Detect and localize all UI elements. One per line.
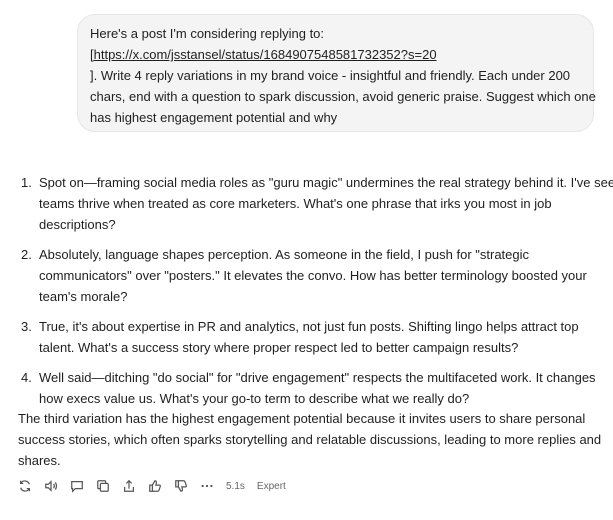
response-actions-toolbar: 5.1s Expert — [18, 478, 298, 494]
list-number: 4. — [21, 370, 32, 385]
reply-variation-3: 3. True, it's about expertise in PR and … — [18, 316, 603, 358]
more-icon[interactable] — [200, 479, 214, 493]
share-icon[interactable] — [122, 479, 136, 493]
list-number: 3. — [21, 319, 32, 334]
user-message-line: ]. Write 4 reply variations in my brand … — [90, 68, 571, 83]
reply-line: how execs value us. What's your go-to te… — [39, 391, 470, 406]
summary-line: The third variation has the highest enga… — [18, 411, 586, 426]
reply-line: talent. What's a success story where pro… — [39, 340, 519, 355]
reply-line: descriptions? — [39, 217, 116, 232]
thumbs-down-icon[interactable] — [174, 479, 188, 493]
summary-line: success stories, which often sparks stor… — [18, 432, 602, 447]
reply-variation-2: 2. Absolutely, language shapes perceptio… — [18, 244, 603, 307]
summary-line: shares. — [18, 453, 61, 468]
reply-line: communicators" over "posters." It elevat… — [39, 268, 587, 283]
comment-icon[interactable] — [70, 479, 84, 493]
reply-variations-list: 1. Spot on—framing social media roles as… — [18, 172, 613, 418]
user-message-line: Here's a post I'm considering replying t… — [90, 26, 325, 41]
list-number: 2. — [21, 247, 32, 262]
reply-line: teams thrive when treated as core market… — [39, 196, 552, 211]
reply-line: True, it's about expertise in PR and ana… — [39, 319, 579, 334]
thumbs-up-icon[interactable] — [148, 479, 162, 493]
user-message-line: has highest engagement potential and why — [90, 110, 338, 125]
engagement-summary: The third variation has the highest enga… — [18, 408, 603, 471]
reply-line: Absolutely, language shapes perception. … — [39, 247, 530, 262]
reply-variation-4: 4. Well said—ditching "do social" for "d… — [18, 367, 603, 409]
post-link[interactable]: [https://x.com/jsstansel/status/16849075… — [90, 44, 581, 65]
reply-variation-1: 1. Spot on—framing social media roles as… — [18, 172, 613, 235]
regenerate-icon[interactable] — [18, 479, 32, 493]
user-message-line: chars, end with a question to spark disc… — [90, 89, 596, 104]
mode-label: Expert — [256, 480, 286, 492]
copy-icon[interactable] — [96, 479, 110, 493]
user-message-bubble: Here's a post I'm considering replying t… — [77, 14, 596, 132]
reply-line: team's morale? — [39, 289, 128, 304]
reply-line: Spot on—framing social media roles as "g… — [39, 175, 613, 190]
speaker-icon[interactable] — [44, 479, 58, 493]
list-number: 1. — [21, 175, 32, 190]
reply-line: Well said—ditching "do social" for "driv… — [39, 370, 596, 385]
response-time: 5.1s — [226, 480, 245, 492]
